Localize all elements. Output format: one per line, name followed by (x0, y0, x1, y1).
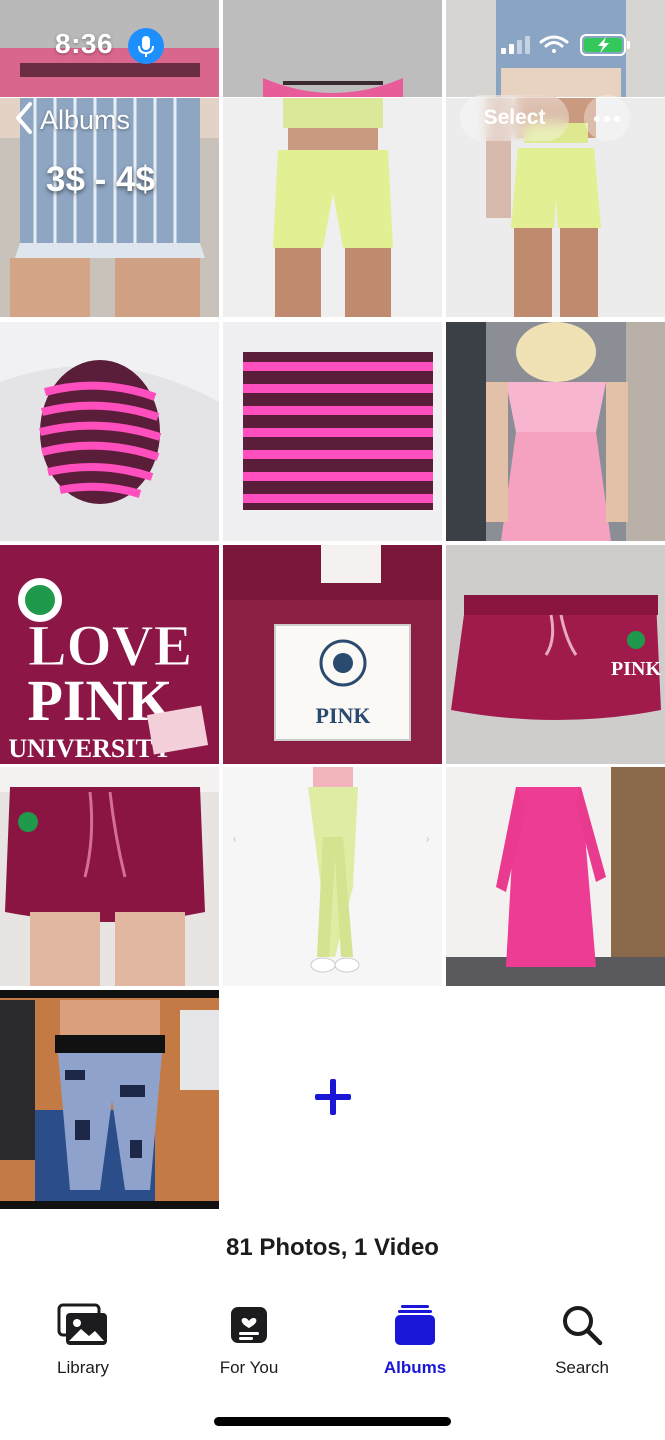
for-you-icon (222, 1300, 276, 1350)
albums-icon (388, 1300, 442, 1350)
photo-thumbnail[interactable] (223, 322, 442, 541)
back-to-albums-button[interactable]: Albums (14, 100, 130, 140)
tab-label: Library (57, 1358, 109, 1377)
cellular-signal-icon (501, 36, 530, 54)
grid-row (0, 322, 665, 541)
photo-thumbnail[interactable] (0, 322, 219, 541)
tag-brand-text: PINK (316, 703, 371, 728)
select-button[interactable]: Select (460, 95, 569, 141)
photo-thumbnail[interactable] (446, 767, 665, 986)
tab-label: Albums (383, 1358, 447, 1377)
grid-row: LOVE PINK UNIVERSITY PINK PINK (0, 545, 665, 764)
tab-for-you[interactable]: For You (179, 1300, 319, 1378)
skirt-print-text: PINK (611, 658, 661, 680)
svg-text:‹: ‹ (233, 834, 236, 845)
university-print: UNIVERSITY (8, 734, 171, 763)
mic-icon (128, 28, 164, 64)
wifi-icon (539, 35, 569, 53)
photo-thumbnail[interactable] (0, 990, 219, 1209)
add-photo-button[interactable] (223, 990, 442, 1209)
photo-thumbnail[interactable]: LOVE PINK UNIVERSITY (0, 545, 219, 764)
photo-thumbnail[interactable]: PINK (223, 545, 442, 764)
photo-library-icon (56, 1300, 110, 1350)
album-count-summary: 81 Photos, 1 Video (226, 1234, 439, 1261)
tab-label: Search (555, 1358, 609, 1377)
chevron-left-icon (14, 101, 34, 140)
tab-library[interactable]: Library (13, 1300, 153, 1378)
photo-thumbnail[interactable] (223, 98, 442, 317)
photo-thumbnail[interactable]: ‹ › (223, 767, 442, 986)
status-bar: 8:36 (0, 0, 665, 92)
tab-search[interactable]: Search (512, 1300, 652, 1378)
tab-albums[interactable]: Albums (345, 1300, 485, 1378)
ellipsis-icon (594, 109, 620, 127)
photo-thumbnail[interactable]: PINK (446, 545, 665, 764)
photo-thumbnail[interactable] (446, 322, 665, 541)
back-label: Albums (40, 104, 131, 135)
plus-icon (313, 1077, 353, 1122)
battery-charging-icon (580, 34, 630, 56)
tab-label: For You (219, 1358, 279, 1377)
grid-row: ‹ › (0, 767, 665, 986)
price-overlay-text: 3$ - 4$ (46, 160, 155, 199)
status-time: 8:36 (55, 28, 114, 59)
svg-text:›: › (426, 834, 429, 845)
photo-thumbnail[interactable] (0, 767, 219, 986)
home-indicator[interactable] (214, 1417, 451, 1426)
status-indicators (501, 30, 641, 60)
search-icon (555, 1300, 609, 1350)
tab-bar: Library For You Albums Search (0, 1300, 665, 1400)
more-options-button[interactable] (584, 95, 630, 141)
